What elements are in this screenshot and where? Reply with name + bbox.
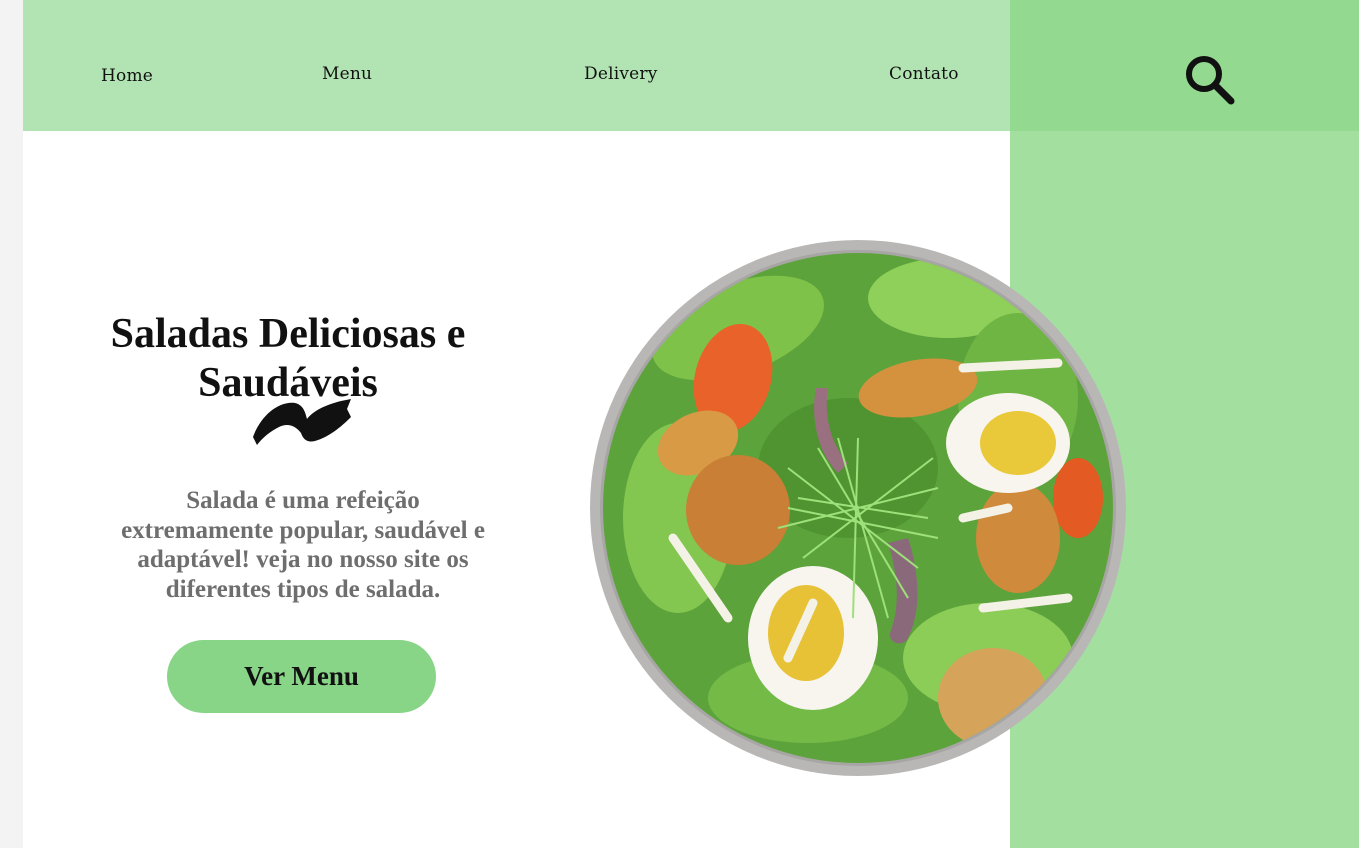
hero-description: Salada é uma refeição extremamente popul… (121, 487, 485, 603)
search-icon[interactable] (1184, 54, 1236, 106)
navbar: Home Menu Delivery Contato (23, 0, 1010, 131)
ver-menu-button[interactable]: Ver Menu (167, 640, 436, 713)
nav-home-link[interactable]: Home (101, 66, 153, 86)
nav-menu-link[interactable]: Menu (322, 64, 372, 84)
salad-bowl-image (590, 240, 1126, 776)
ribbon-icon (253, 399, 351, 445)
hero-title: Saladas Deliciosas e Saudáveis (110, 311, 466, 407)
nav-delivery-link[interactable]: Delivery (584, 64, 658, 84)
page: Home Menu Delivery Contato Saladas Delic… (23, 0, 1359, 848)
nav-contato-link[interactable]: Contato (889, 64, 959, 84)
